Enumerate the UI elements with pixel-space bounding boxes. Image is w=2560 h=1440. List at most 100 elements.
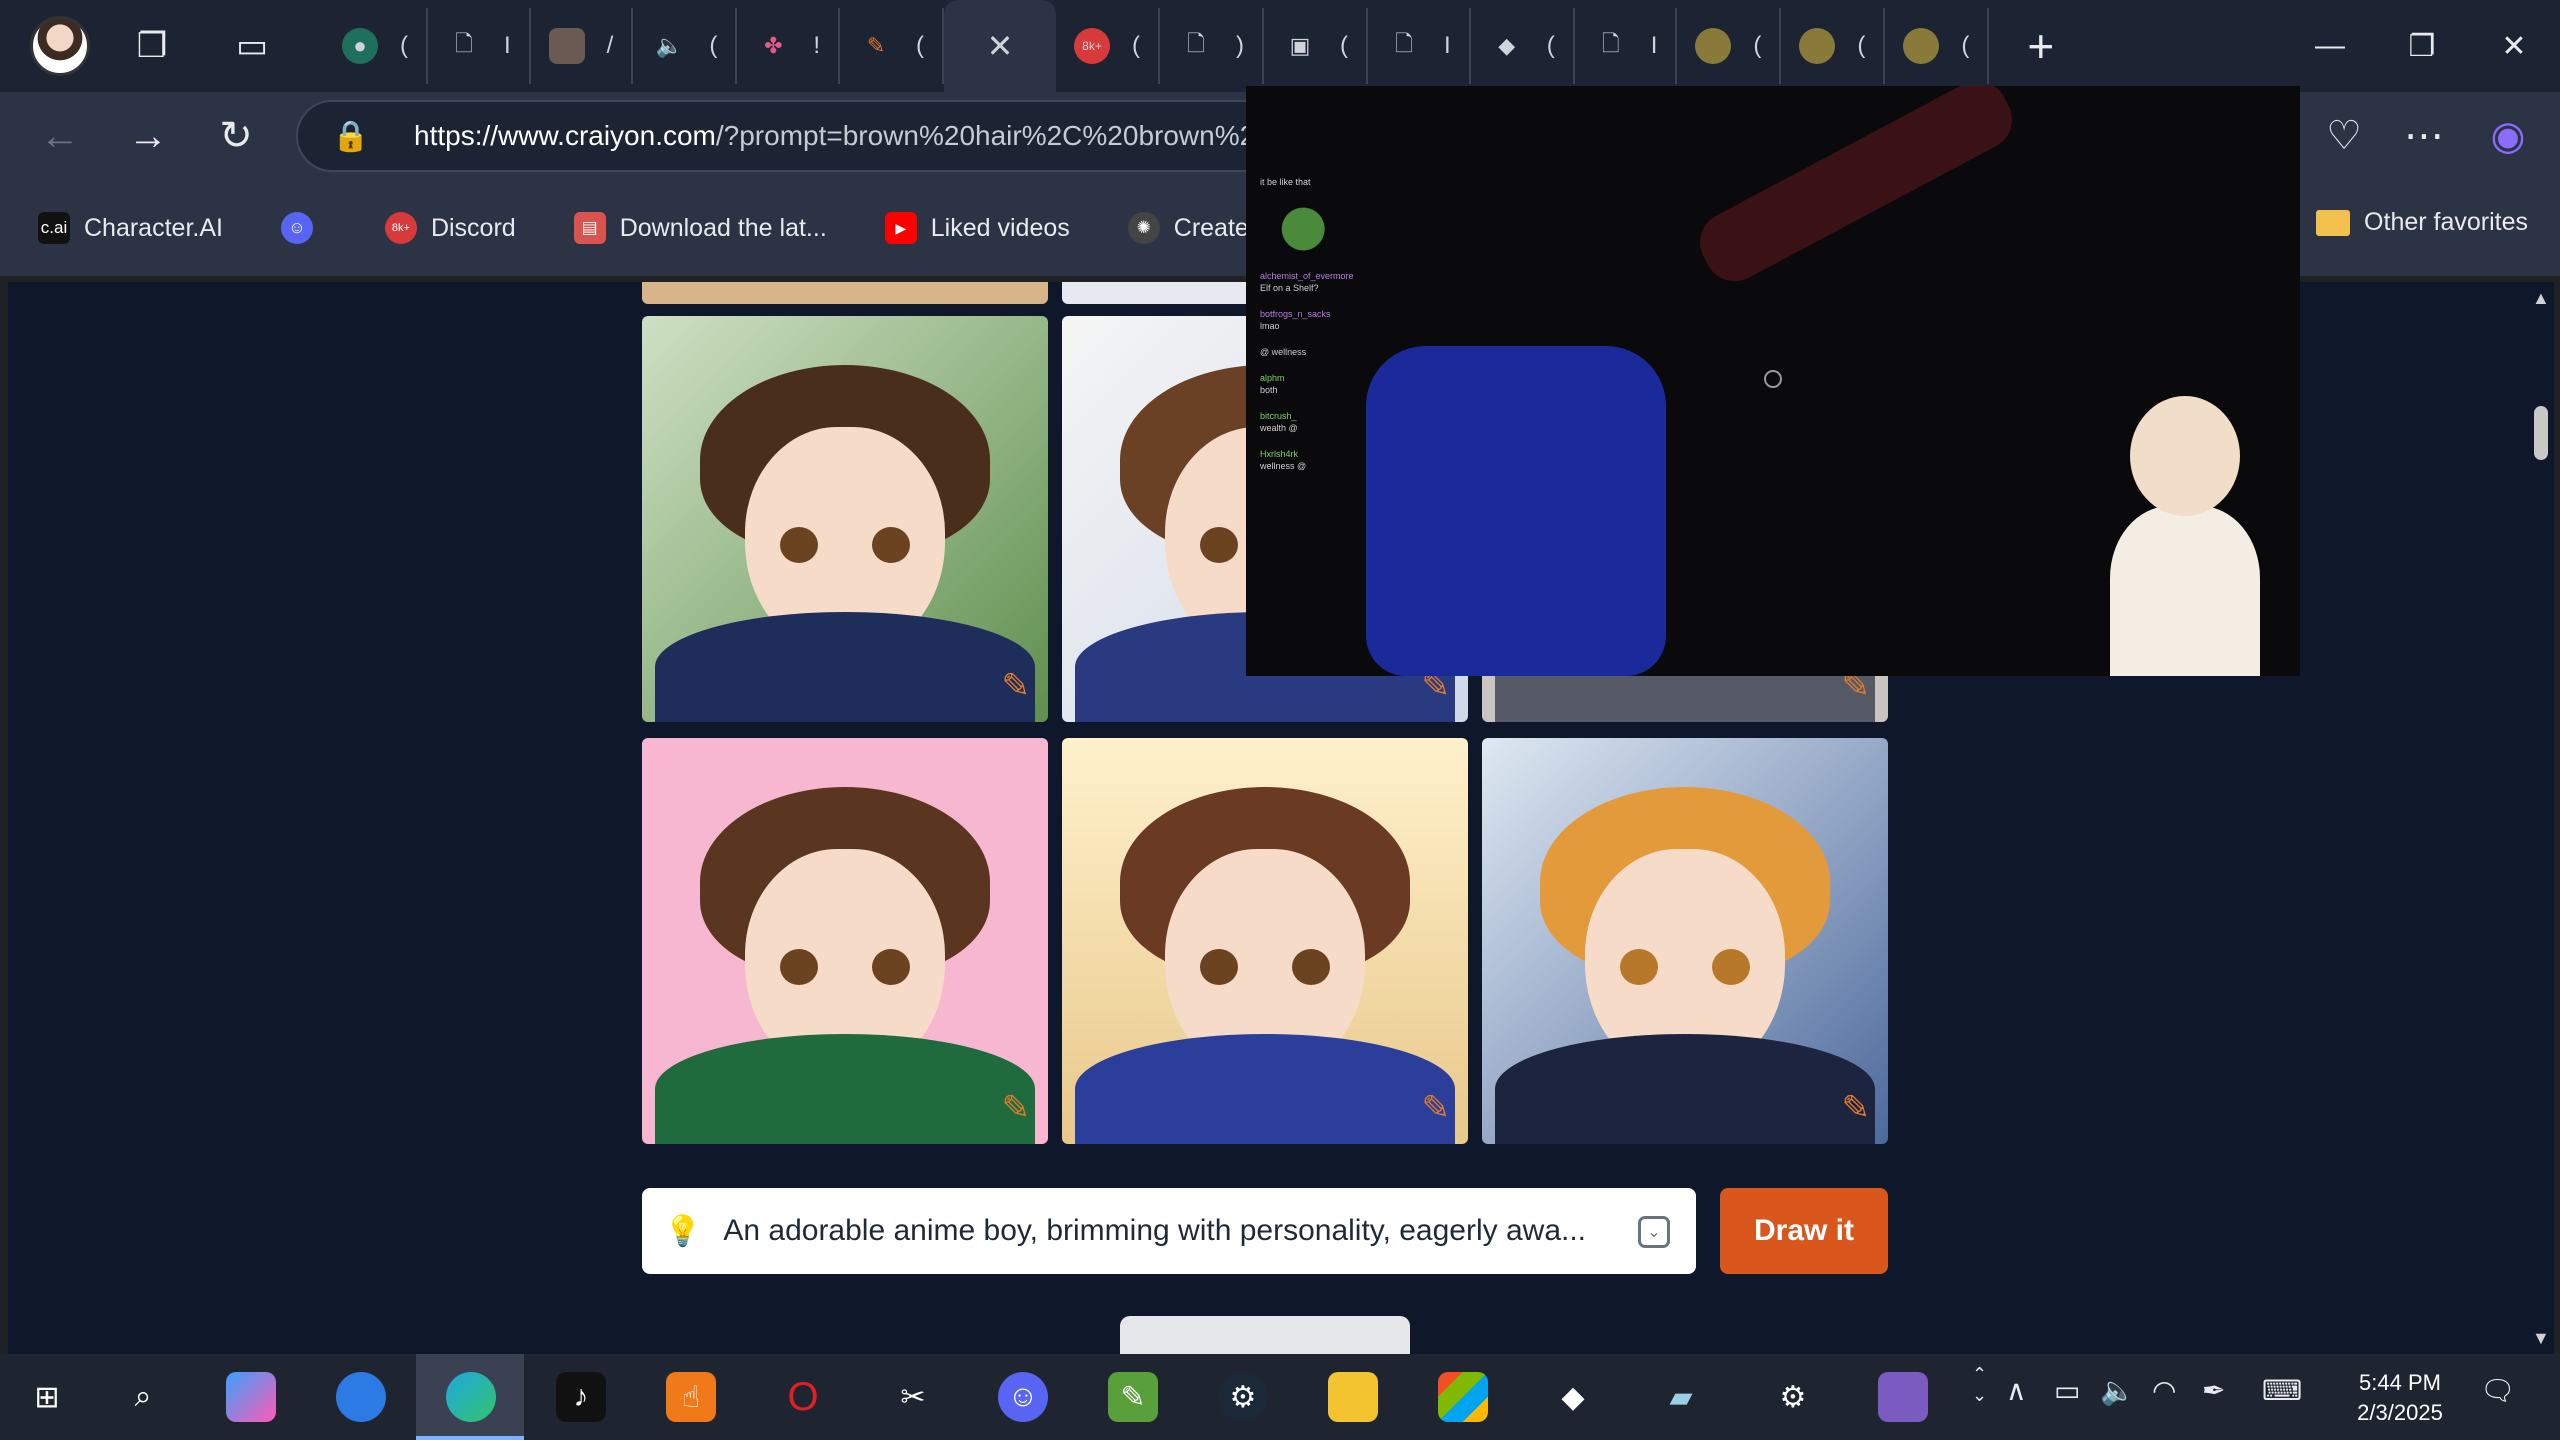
- store-taskbar-icon[interactable]: [1438, 1372, 1488, 1422]
- paint-app-icon[interactable]: ✎: [1108, 1372, 1158, 1422]
- workspaces-icon[interactable]: ❐: [124, 18, 180, 74]
- chat-message: botfrogs_n_sacks lmao: [1260, 309, 1331, 331]
- character-app-icon[interactable]: [1878, 1372, 1928, 1422]
- tab-10[interactable]: ▣(: [1264, 8, 1369, 84]
- minimize-icon[interactable]: —: [2284, 0, 2376, 92]
- folder-icon: [2316, 209, 2351, 236]
- scroll-thumb[interactable]: [2534, 406, 2548, 460]
- battery-icon[interactable]: ▭: [2054, 1374, 2080, 1407]
- roblox-taskbar-icon[interactable]: ◆: [1548, 1372, 1598, 1422]
- page-icon: 🗋: [1395, 31, 1413, 56]
- copilot-app-icon[interactable]: [226, 1372, 276, 1422]
- snipping-icon[interactable]: ✂: [888, 1372, 938, 1422]
- back-icon[interactable]: ←: [30, 106, 90, 166]
- crystal-app-icon[interactable]: ▰: [1656, 1372, 1706, 1422]
- mascot-icon: [1903, 28, 1940, 64]
- tab-8[interactable]: 8k+(: [1056, 8, 1161, 84]
- edit-pencil-icon[interactable]: ✎: [1842, 1088, 1871, 1128]
- cursor-app-icon[interactable]: ☝: [666, 1372, 716, 1422]
- tab-13[interactable]: 🗋 I: [1575, 8, 1678, 84]
- speaker-icon: 🔈: [655, 33, 684, 58]
- prompt-input[interactable]: 💡 An adorable anime boy, brimming with p…: [642, 1188, 1696, 1274]
- new-tab-button[interactable]: +: [2027, 19, 2054, 73]
- refresh-icon[interactable]: ↻: [206, 106, 266, 166]
- draw-it-button[interactable]: Draw it: [1720, 1188, 1888, 1274]
- close-icon[interactable]: ✕: [987, 27, 1014, 65]
- picture-in-picture-video[interactable]: it be like that alchemist_of_evermore Elf…: [1246, 86, 2300, 676]
- discord-badge-icon: 8k+: [384, 212, 417, 244]
- character-ai-icon: c.ai: [38, 212, 70, 244]
- copilot-icon[interactable]: ◉: [2478, 106, 2538, 166]
- page-scrollbar[interactable]: ▲ ▼: [2528, 282, 2554, 1354]
- discord-icon: ☺: [280, 212, 313, 244]
- tab-2[interactable]: 🗋 I: [428, 8, 531, 84]
- lock-icon[interactable]: 🔒: [332, 119, 392, 154]
- favorite-character-ai[interactable]: c.ai Character.AI: [38, 212, 223, 244]
- tab-12[interactable]: ◆(: [1471, 8, 1575, 84]
- favorite-liked-videos[interactable]: ▶ Liked videos: [884, 212, 1070, 244]
- profile-avatar[interactable]: [30, 16, 90, 76]
- start-icon[interactable]: ⊞: [22, 1372, 72, 1422]
- browser-essentials-icon[interactable]: ♡: [2314, 106, 2374, 166]
- image-tile[interactable]: ✎: [1062, 738, 1468, 1144]
- forward-icon[interactable]: →: [118, 106, 178, 166]
- tab-9[interactable]: 🗋): [1160, 8, 1265, 84]
- image-tile[interactable]: ✎: [1482, 738, 1888, 1144]
- secondary-button-partial[interactable]: [1120, 1316, 1410, 1356]
- chat-message: Hxrlsh4rk wellness @: [1260, 449, 1307, 471]
- tab-6[interactable]: ✎(: [840, 8, 945, 84]
- edit-pencil-icon[interactable]: ✎: [1002, 1088, 1031, 1128]
- scroll-down-icon[interactable]: ▼: [2532, 1328, 2550, 1349]
- system-clock[interactable]: 5:44 PM 2/3/2025: [2340, 1368, 2460, 1428]
- notifications-icon[interactable]: 🗨: [2480, 1374, 2516, 1407]
- file-explorer-icon[interactable]: [1328, 1372, 1378, 1422]
- scroll-up-icon[interactable]: ▲: [2532, 288, 2550, 309]
- store-icon: ▤: [573, 212, 606, 244]
- mascot-icon: [1695, 28, 1732, 64]
- favorite-download[interactable]: ▤ Download the lat...: [573, 212, 827, 244]
- favorite-discord[interactable]: 8k+ Discord: [384, 212, 516, 244]
- volume-icon[interactable]: 🔈: [2100, 1374, 2135, 1407]
- settings-icon[interactable]: ⚙: [1768, 1372, 1818, 1422]
- tab-actions-icon[interactable]: ▭: [224, 18, 280, 74]
- show-hidden-icons[interactable]: ∧: [2006, 1374, 2027, 1407]
- image-tile[interactable]: ✎: [642, 316, 1048, 722]
- steam-icon[interactable]: ⚙: [1218, 1372, 1268, 1422]
- edge-icon[interactable]: [446, 1372, 496, 1422]
- tiktok-icon[interactable]: ♪: [556, 1372, 606, 1422]
- lightbulb-icon: 💡: [664, 1214, 702, 1248]
- pen-tray-icon[interactable]: ✒: [2202, 1374, 2225, 1407]
- edit-pencil-icon[interactable]: ✎: [1422, 1088, 1451, 1128]
- tab-3[interactable]: /: [531, 8, 634, 84]
- image-tile[interactable]: ✎: [642, 738, 1048, 1144]
- discord-taskbar-icon[interactable]: ☺: [998, 1372, 1048, 1422]
- close-window-icon[interactable]: ✕: [2468, 0, 2560, 92]
- tab-11[interactable]: 🗋 I: [1368, 8, 1471, 84]
- tab-16[interactable]: (: [1885, 8, 1990, 84]
- tab-active[interactable]: ✕: [944, 0, 1057, 92]
- chat-message: bitcrush_ wealth @: [1260, 411, 1298, 433]
- restore-icon[interactable]: ❐: [2376, 0, 2468, 92]
- image-icon: [548, 28, 585, 64]
- more-menu-icon[interactable]: ⋯: [2394, 106, 2454, 166]
- chat-message: [1260, 202, 1368, 256]
- globe-app-icon[interactable]: [336, 1372, 386, 1422]
- other-favorites[interactable]: Other favorites: [2316, 208, 2528, 237]
- tab-1[interactable]: ●(: [324, 8, 428, 84]
- options-dropdown-icon[interactable]: ⌄: [1638, 1216, 1670, 1248]
- game-scene: [1689, 86, 2023, 292]
- crosshair-icon: [1764, 370, 1782, 388]
- edit-pencil-icon[interactable]: ✎: [1002, 666, 1031, 706]
- opera-icon[interactable]: O: [778, 1372, 828, 1422]
- tab-5[interactable]: ✤!: [737, 8, 841, 84]
- favorite-discord-icon-only[interactable]: ☺: [280, 212, 327, 244]
- tab-4[interactable]: 🔈(: [633, 8, 738, 84]
- tab-15[interactable]: (: [1781, 8, 1886, 84]
- tab-14[interactable]: (: [1677, 8, 1782, 84]
- image-tile-partial[interactable]: [642, 282, 1048, 304]
- keyboard-icon[interactable]: ⌨: [2262, 1374, 2302, 1407]
- wifi-icon[interactable]: ◠: [2152, 1374, 2176, 1407]
- tray-scroll-icon[interactable]: ⌃ ⌄: [1972, 1364, 1987, 1406]
- globe-icon: ●: [342, 28, 378, 64]
- search-icon[interactable]: ⌕: [118, 1372, 168, 1422]
